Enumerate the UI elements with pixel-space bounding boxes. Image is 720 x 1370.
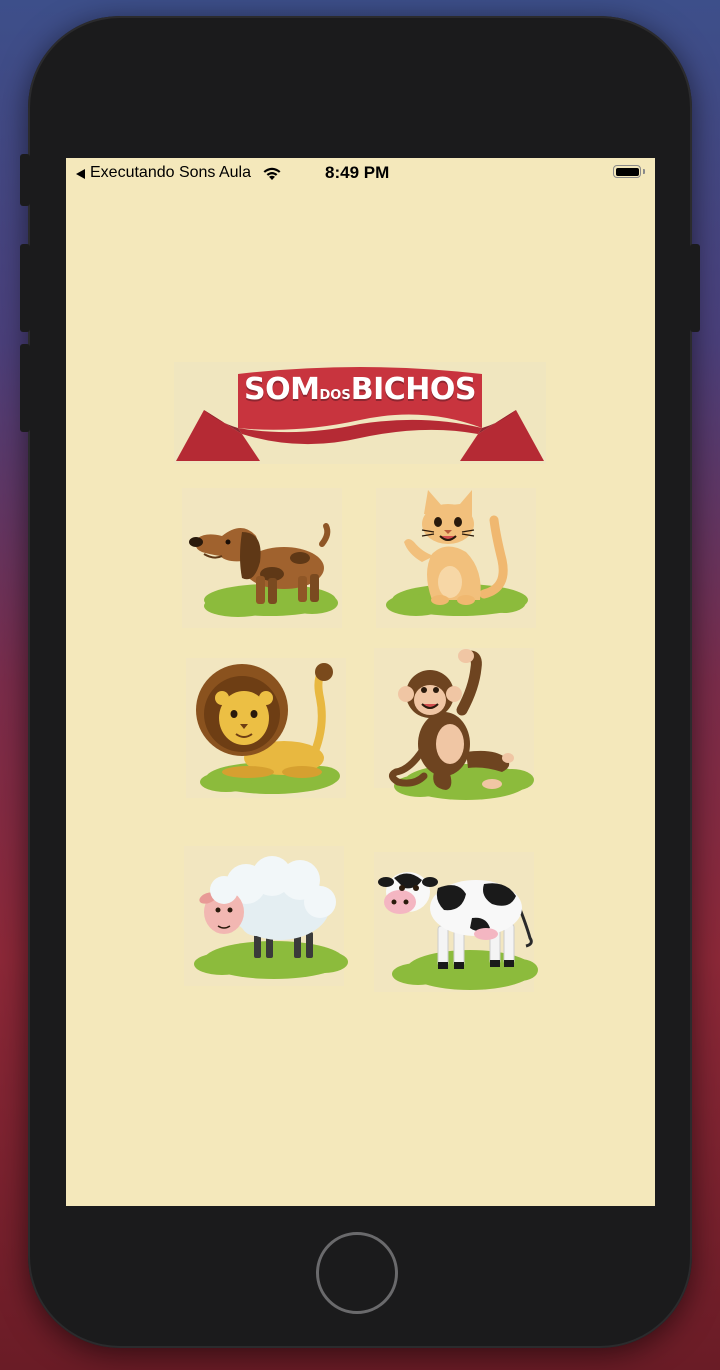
volume-up-button bbox=[20, 244, 30, 332]
logo-title: SOMDOSBICHOS bbox=[174, 372, 546, 407]
logo-word-dos: DOS bbox=[319, 388, 351, 403]
lion-button[interactable] bbox=[186, 658, 346, 798]
monkey-button[interactable] bbox=[374, 648, 534, 800]
home-button[interactable] bbox=[316, 1232, 398, 1314]
cat-button[interactable] bbox=[376, 488, 536, 628]
logo-word-som: SOM bbox=[244, 372, 320, 407]
logo-word-bichos: BICHOS bbox=[350, 372, 477, 407]
back-app-label: Executando Sons Aula bbox=[90, 164, 252, 181]
wifi-icon bbox=[263, 167, 281, 180]
cat-icon bbox=[386, 490, 528, 616]
volume-down-button bbox=[20, 344, 30, 432]
power-button bbox=[690, 244, 700, 332]
sheep-icon bbox=[194, 856, 348, 979]
status-time: 8:49 PM bbox=[325, 163, 390, 182]
status-bar: Executando Sons Aula 8:49 PM bbox=[66, 158, 655, 188]
app-screen: Executando Sons Aula 8:49 PM SOMDOSBICHO… bbox=[66, 158, 655, 1206]
back-arrow-icon bbox=[76, 168, 85, 179]
battery-icon bbox=[613, 165, 641, 178]
dog-button[interactable] bbox=[182, 488, 342, 628]
monkey-icon bbox=[389, 649, 534, 800]
cow-icon bbox=[378, 872, 538, 990]
dog-icon bbox=[189, 523, 338, 617]
back-to-app[interactable]: Executando Sons Aula bbox=[76, 164, 282, 182]
battery-cap bbox=[643, 169, 645, 174]
lion-icon bbox=[196, 663, 340, 794]
mute-switch bbox=[20, 154, 30, 206]
sheep-button[interactable] bbox=[184, 846, 348, 986]
app-logo: SOMDOSBICHOS bbox=[174, 362, 546, 464]
cow-button[interactable] bbox=[374, 852, 538, 992]
